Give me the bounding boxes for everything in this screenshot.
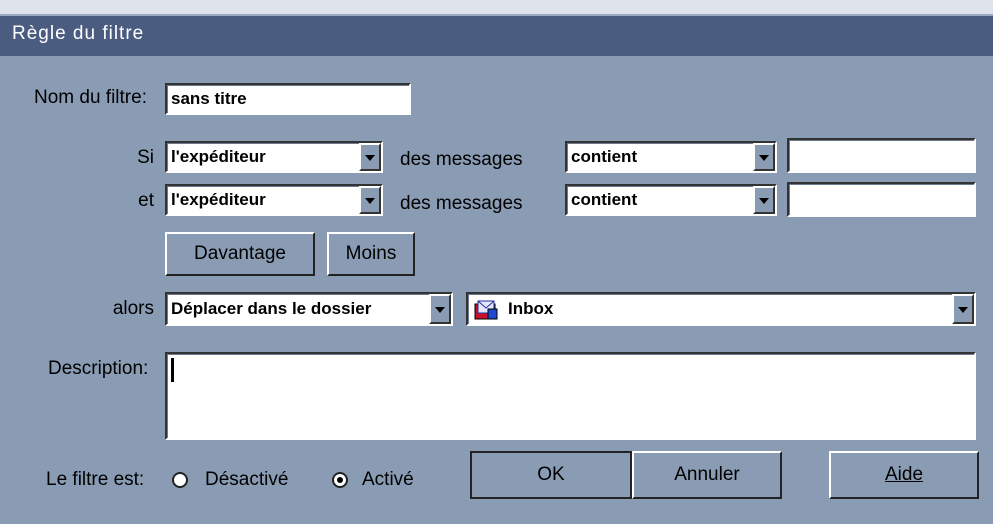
chevron-down-icon[interactable] xyxy=(359,143,381,171)
inbox-folder-icon xyxy=(474,300,498,320)
and-label: et xyxy=(138,190,154,211)
disabled-option-label: Désactivé xyxy=(205,469,289,490)
help-button[interactable]: Aide xyxy=(829,451,979,499)
folder-select[interactable]: Inbox xyxy=(466,292,976,326)
chevron-down-icon[interactable] xyxy=(429,294,451,324)
disabled-radio[interactable] xyxy=(172,472,188,488)
then-label: alors xyxy=(112,298,154,319)
rule2-messages-text: des messages xyxy=(400,193,523,214)
enabled-option-label: Activé xyxy=(362,469,414,490)
rule1-field-select[interactable]: l'expéditeur xyxy=(165,141,383,173)
rule1-value-input[interactable] xyxy=(787,138,976,173)
description-label: Description: xyxy=(48,358,149,379)
filter-name-input[interactable]: sans titre xyxy=(165,83,411,115)
window-title: Règle du filtre xyxy=(12,23,145,44)
cancel-button[interactable]: Annuler xyxy=(632,451,782,499)
chevron-down-icon[interactable] xyxy=(753,143,775,171)
chevron-down-icon[interactable] xyxy=(753,186,775,214)
filter-name-label: Nom du filtre: xyxy=(34,87,147,108)
chevron-down-icon[interactable] xyxy=(359,186,381,214)
enabled-radio[interactable] xyxy=(332,472,348,488)
status-label: Le filtre est: xyxy=(46,469,145,490)
more-button[interactable]: Davantage xyxy=(165,232,315,276)
rule1-operator-select[interactable]: contient xyxy=(565,141,777,173)
chevron-down-icon[interactable] xyxy=(952,294,974,324)
rule1-messages-text: des messages xyxy=(400,149,523,170)
title-bar[interactable]: Règle du filtre xyxy=(0,14,993,56)
text-cursor xyxy=(171,358,174,382)
action-select[interactable]: Déplacer dans le dossier xyxy=(165,292,453,326)
ok-button[interactable]: OK xyxy=(470,451,632,499)
rule2-field-select[interactable]: l'expéditeur xyxy=(165,184,383,216)
if-label: Si xyxy=(137,147,154,168)
less-button[interactable]: Moins xyxy=(327,232,415,276)
window-top-strip xyxy=(0,0,993,14)
description-textarea[interactable] xyxy=(165,352,976,440)
rule2-operator-select[interactable]: contient xyxy=(565,184,777,216)
rule2-value-input[interactable] xyxy=(787,182,976,217)
